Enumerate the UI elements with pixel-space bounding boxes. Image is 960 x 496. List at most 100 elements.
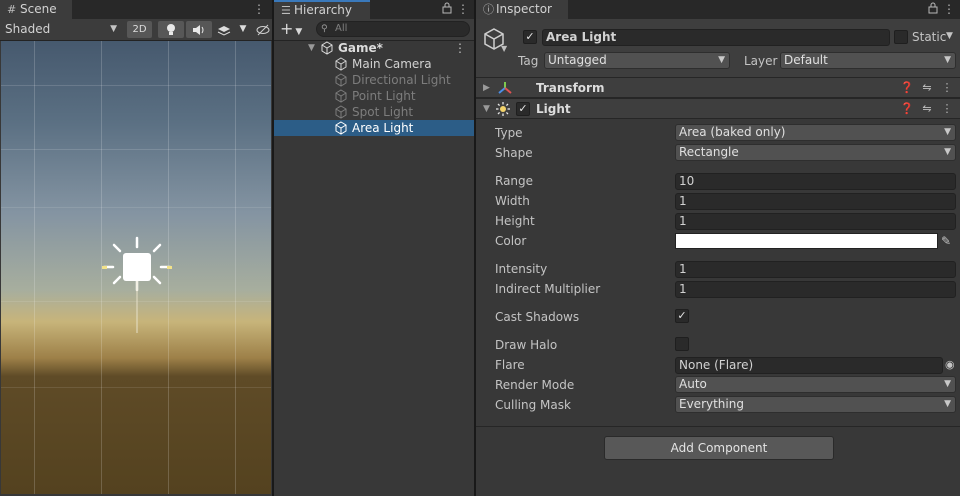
hierarchy-scene-row[interactable]: ▼ Game* ⋮ — [274, 40, 474, 56]
unity-scene-icon — [321, 41, 333, 55]
width-label: Width — [495, 194, 530, 208]
lock-icon[interactable] — [926, 2, 940, 17]
scene-viewport[interactable] — [1, 41, 271, 494]
static-dropdown-chevron-icon[interactable]: ▼ — [946, 31, 953, 41]
range-label: Range — [495, 174, 534, 188]
chevron-down-icon: ▼ — [944, 127, 951, 137]
tab-hierarchy[interactable]: ☰ Hierarchy — [274, 0, 370, 19]
help-icon[interactable]: ❓ — [900, 81, 914, 95]
effects-menu-chevron-icon[interactable]: ▼ — [236, 21, 250, 38]
layer-label: Layer — [744, 54, 778, 68]
visibility-toggle-button[interactable] — [254, 21, 272, 38]
scene-name-label: Game* — [338, 41, 383, 55]
search-placeholder: All — [335, 23, 348, 34]
area-light-gizmo-icon[interactable] — [97, 231, 177, 341]
chevron-down-icon: ▼ — [944, 399, 951, 409]
create-plus-button[interactable]: + ▼ — [280, 20, 302, 41]
draw-halo-label: Draw Halo — [495, 338, 558, 352]
scene-panel: # Scene ⋮ Shaded ▼ 2D ▼ — [0, 0, 272, 496]
indirect-multiplier-field[interactable]: 1 — [675, 281, 956, 298]
component-menu-icon[interactable]: ⋮ — [940, 81, 954, 95]
culling-mask-value: Everything — [679, 397, 744, 411]
color-label: Color — [495, 234, 527, 248]
static-checkbox[interactable] — [894, 30, 908, 44]
height-field[interactable]: 1 — [675, 213, 956, 230]
hierarchy-search-input[interactable]: ⚲ All — [316, 21, 470, 37]
hierarchy-item-spot-light[interactable]: Spot Light — [274, 104, 474, 120]
render-mode-dropdown[interactable]: Auto ▼ — [675, 376, 956, 393]
gameobject-cube-icon — [335, 57, 347, 71]
tag-dropdown[interactable]: Untagged ▼ — [544, 52, 730, 69]
scene-grid-line — [1, 387, 271, 388]
scene-menu-icon[interactable]: ⋮ — [454, 40, 466, 56]
layer-value: Default — [784, 53, 828, 67]
transform-title: Transform — [536, 81, 605, 95]
list-icon: ☰ — [281, 4, 291, 17]
more-options-icon[interactable]: ⋮ — [456, 2, 470, 17]
section-divider — [476, 426, 960, 427]
flare-object-field[interactable]: None (Flare) — [675, 357, 943, 374]
tab-inspector[interactable]: ⓘ Inspector — [476, 0, 568, 19]
scene-grid-line — [1, 85, 271, 86]
effects-toggle-button[interactable] — [214, 21, 234, 38]
shape-value: Rectangle — [679, 145, 739, 159]
component-menu-icon[interactable]: ⋮ — [940, 102, 954, 116]
cast-shadows-label: Cast Shadows — [495, 310, 580, 324]
hierarchy-item-point-light[interactable]: Point Light — [274, 88, 474, 104]
object-header: ▼ ✓ Area Light Static ▼ Tag Untagged ▼ La… — [476, 19, 960, 78]
eyedropper-icon[interactable]: ✎ — [941, 233, 951, 249]
type-value: Area (baked only) — [679, 125, 786, 139]
presets-icon[interactable]: ⇋ — [920, 102, 934, 116]
icon-picker-chevron-icon[interactable]: ▼ — [501, 44, 507, 53]
light-component-header[interactable]: ▼ ✓ Light ❓ ⇋ ⋮ — [476, 98, 960, 119]
add-component-button[interactable]: Add Component — [604, 436, 834, 460]
object-name-field[interactable]: Area Light — [542, 29, 890, 46]
cast-shadows-checkbox[interactable]: ✓ — [675, 309, 689, 323]
tab-scene[interactable]: # Scene — [0, 0, 72, 19]
object-active-checkbox[interactable]: ✓ — [523, 30, 537, 44]
intensity-field[interactable]: 1 — [675, 261, 956, 278]
toggle-2d-button[interactable]: 2D — [127, 21, 152, 38]
hierarchy-item-area-light[interactable]: Area Light — [274, 120, 474, 136]
chevron-down-icon: ▼ — [718, 55, 725, 65]
range-field[interactable]: 10 — [675, 173, 956, 190]
lighting-toggle-button[interactable] — [158, 21, 184, 38]
flare-label: Flare — [495, 358, 525, 372]
more-options-icon[interactable]: ⋮ — [942, 2, 956, 17]
shading-mode-dropdown[interactable]: Shaded ▼ — [2, 19, 120, 39]
hierarchy-item-directional-light[interactable]: Directional Light — [274, 72, 474, 88]
hierarchy-item-label: Spot Light — [352, 105, 414, 119]
grid-icon: # — [7, 3, 17, 16]
audio-toggle-button[interactable] — [186, 21, 212, 38]
chevron-down-icon: ▼ — [944, 55, 951, 65]
tag-value: Untagged — [548, 53, 607, 67]
draw-halo-checkbox[interactable] — [675, 337, 689, 351]
chevron-down-icon: ▼ — [295, 27, 303, 37]
hierarchy-item-label: Directional Light — [352, 73, 451, 87]
indirect-multiplier-label: Indirect Multiplier — [495, 282, 601, 296]
presets-icon[interactable]: ⇋ — [920, 81, 934, 95]
expand-arrow-icon: ▼ — [308, 43, 315, 53]
color-swatch[interactable] — [675, 233, 938, 249]
width-field[interactable]: 1 — [675, 193, 956, 210]
help-icon[interactable]: ❓ — [900, 102, 914, 116]
gameobject-cube-icon — [335, 121, 347, 135]
render-mode-value: Auto — [679, 377, 707, 391]
scene-grid-line — [235, 41, 236, 494]
type-dropdown[interactable]: Area (baked only) ▼ — [675, 124, 956, 141]
tab-scene-label: Scene — [20, 2, 57, 16]
lock-shape — [442, 2, 452, 14]
hierarchy-item-main-camera[interactable]: Main Camera — [274, 56, 474, 72]
culling-mask-dropdown[interactable]: Everything ▼ — [675, 396, 956, 413]
transform-component-header[interactable]: ▶ Transform ❓ ⇋ ⋮ — [476, 77, 960, 98]
lock-icon[interactable] — [440, 2, 454, 17]
tab-hierarchy-label: Hierarchy — [294, 3, 353, 17]
object-picker-icon[interactable]: ◉ — [945, 357, 955, 373]
more-options-icon[interactable]: ⋮ — [252, 2, 266, 17]
tag-label: Tag — [518, 54, 539, 68]
transform-axes-icon — [498, 82, 512, 94]
chevron-down-icon: ▼ — [944, 147, 951, 157]
shape-dropdown[interactable]: Rectangle ▼ — [675, 144, 956, 161]
layer-dropdown[interactable]: Default ▼ — [780, 52, 956, 69]
light-enabled-checkbox[interactable]: ✓ — [516, 102, 530, 116]
